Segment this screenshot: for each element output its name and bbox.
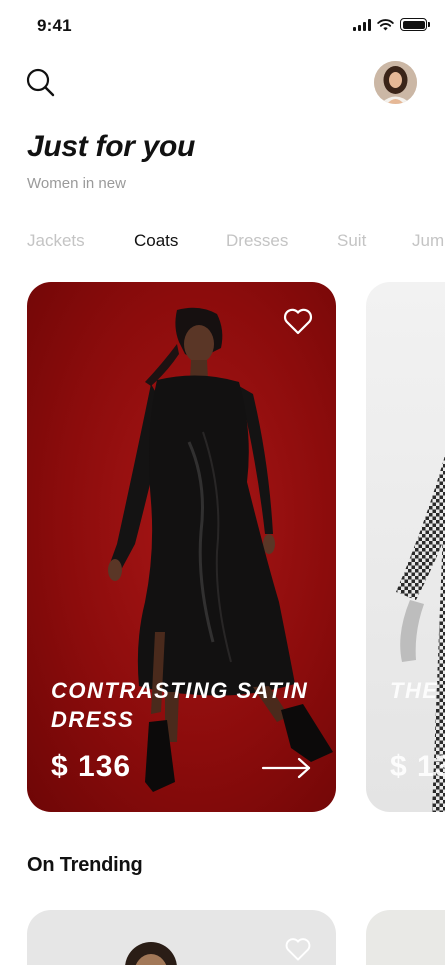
product-name: CONTRASTING SATIN DRESS [51, 678, 309, 732]
avatar[interactable] [374, 61, 417, 104]
status-time: 9:41 [37, 16, 72, 35]
wifi-icon [377, 18, 394, 30]
tab-jumpsuits[interactable]: Jum [412, 231, 444, 251]
tab-suit[interactable]: Suit [337, 231, 366, 251]
product-image [396, 455, 445, 812]
trending-card-next[interactable] [366, 910, 445, 965]
status-icons [353, 18, 430, 31]
battery-icon [400, 18, 430, 31]
tab-coats[interactable]: Coats [134, 231, 178, 251]
page-subtitle: Women in new [27, 175, 126, 192]
section-title-trending: On Trending [27, 854, 143, 876]
heart-icon[interactable] [281, 304, 315, 338]
product-name: THE COA [390, 678, 445, 703]
category-tabs: Jackets Coats Dresses Suit Jum [0, 228, 445, 256]
product-price: $ 13 [390, 750, 445, 783]
search-icon[interactable] [24, 66, 58, 100]
status-bar: 9:41 [0, 0, 445, 52]
tab-jackets[interactable]: Jackets [27, 231, 85, 251]
heart-icon[interactable] [283, 934, 313, 964]
cellular-signal-icon [353, 18, 371, 31]
arrow-right-icon[interactable] [261, 756, 313, 780]
product-price: $ 136 [51, 750, 132, 783]
tab-dresses[interactable]: Dresses [226, 231, 288, 251]
trending-card[interactable] [27, 910, 336, 965]
product-card-next[interactable]: THE COA $ 13 [366, 282, 445, 812]
product-card[interactable]: CONTRASTING SATIN DRESS $ 136 [27, 282, 336, 812]
screen: 9:41 Just for you Women in new Jackets C… [0, 0, 445, 965]
page-title: Just for you [27, 130, 196, 163]
